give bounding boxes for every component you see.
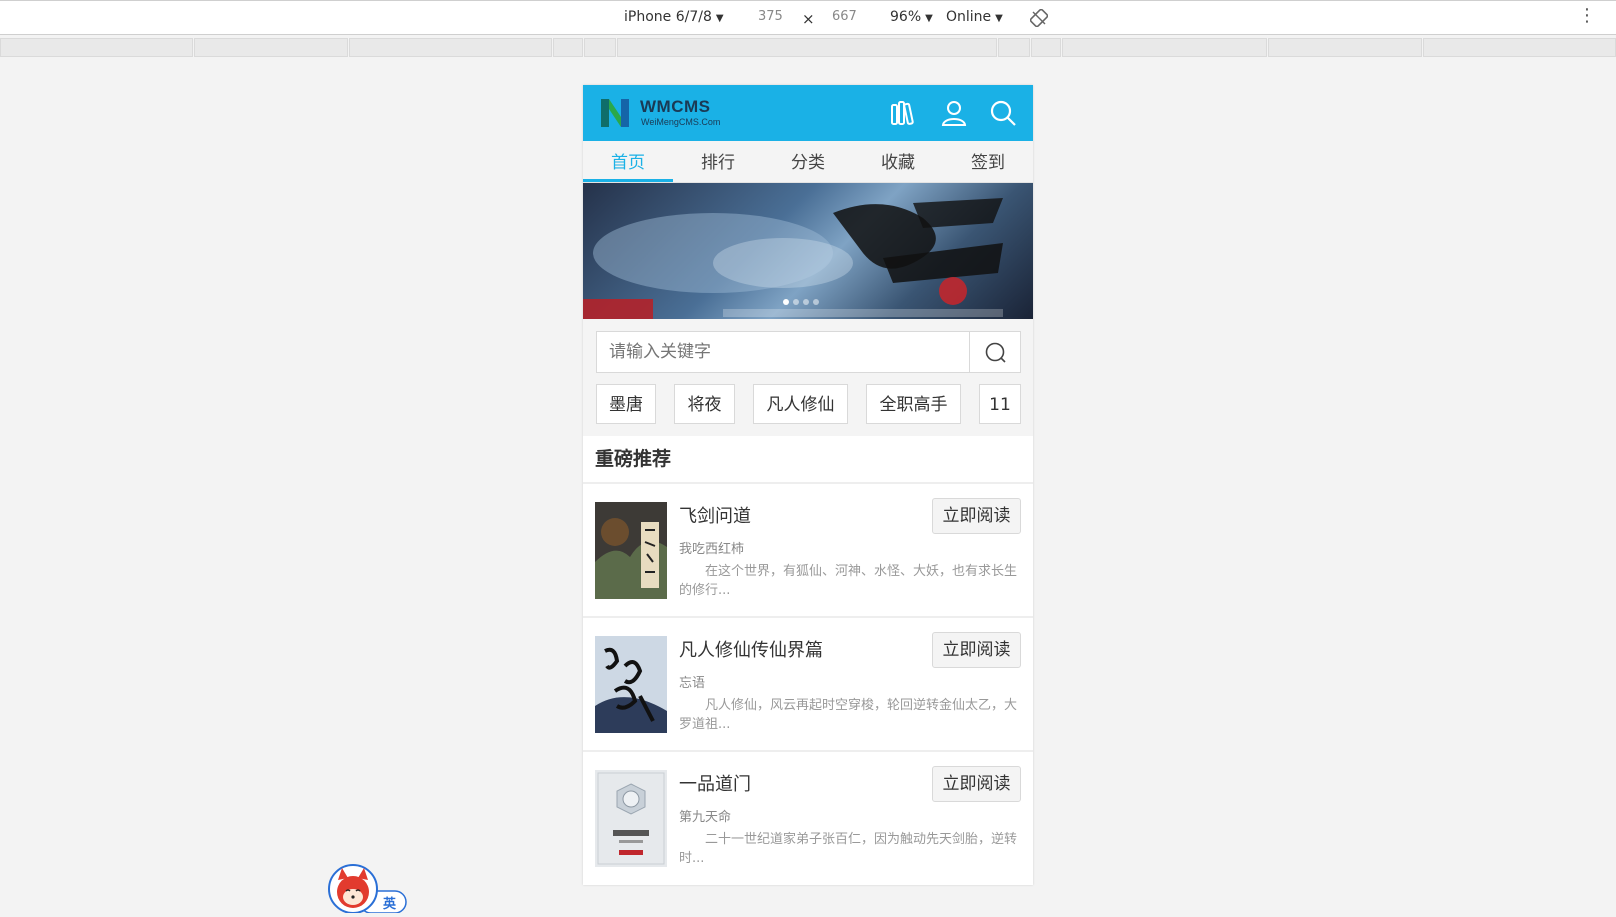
- keyword-tag[interactable]: 凡人修仙: [753, 384, 848, 424]
- search-icon: [985, 342, 1006, 363]
- logo-subtitle: WeiMengCMS.Com: [641, 117, 721, 127]
- book-cover[interactable]: [595, 770, 667, 867]
- hot-keywords: 墨唐 将夜 凡人修仙 全职高手 11: [596, 384, 1021, 424]
- ime-mode-label: 英: [383, 897, 397, 912]
- media-query-segment[interactable]: [617, 38, 997, 57]
- book-item[interactable]: 飞剑问道 我吃西红柿 在这个世界，有狐仙、河神、水怪、大妖，也有求长生的修行..…: [583, 484, 1033, 618]
- more-vert-icon[interactable]: ⋮: [1578, 7, 1596, 25]
- media-query-segment[interactable]: [1268, 38, 1422, 57]
- rotate-icon[interactable]: [1030, 9, 1048, 27]
- read-now-button[interactable]: 立即阅读: [932, 632, 1021, 668]
- tab-checkin[interactable]: 签到: [943, 141, 1033, 182]
- slider-dot[interactable]: [803, 299, 809, 305]
- logo-title: WMCMS: [640, 97, 711, 116]
- slider-dots: [783, 290, 823, 309]
- network-select[interactable]: Online ▼: [946, 9, 1003, 25]
- media-query-segment[interactable]: [998, 38, 1030, 57]
- book-title[interactable]: 一品道门: [679, 770, 751, 796]
- search-input[interactable]: [597, 332, 971, 372]
- banner-slider[interactable]: [583, 183, 1033, 319]
- tab-ranking[interactable]: 排行: [673, 141, 763, 182]
- keyword-tag[interactable]: 11: [979, 384, 1021, 424]
- slider-dot[interactable]: [793, 299, 799, 305]
- zoom-select[interactable]: 96% ▼: [890, 9, 933, 25]
- bookshelf-icon[interactable]: [889, 99, 917, 127]
- read-now-button[interactable]: 立即阅读: [932, 766, 1021, 802]
- media-query-segment[interactable]: [1423, 38, 1616, 57]
- tab-home[interactable]: 首页: [583, 141, 673, 182]
- site-logo[interactable]: WMCMS WeiMengCMS.Com: [599, 95, 739, 131]
- book-cover-image: [595, 770, 667, 867]
- ime-widget[interactable]: 英: [328, 864, 410, 914]
- device-toolbar: iPhone 6/7/8 ▼ 375 × 667 96% ▼ Online ▼ ⋮: [0, 0, 1616, 35]
- width-input[interactable]: 375: [758, 9, 783, 24]
- media-query-bar: [0, 38, 1616, 57]
- media-query-segment[interactable]: [349, 38, 552, 57]
- read-now-button[interactable]: 立即阅读: [932, 498, 1021, 534]
- height-input[interactable]: 667: [832, 9, 857, 24]
- dropdown-arrow-icon: ▼: [715, 13, 724, 24]
- device-name: iPhone 6/7/8: [624, 9, 712, 25]
- site-header: WMCMS WeiMengCMS.Com: [583, 85, 1033, 141]
- book-description: 在这个世界，有狐仙、河神、水怪、大妖，也有求长生的修行...: [679, 564, 1018, 598]
- recommend-section: 重磅推荐 飞剑问道 我吃西红柿 在这个世界，有狐仙、河神、水怪、大妖，也有求长生…: [583, 436, 1033, 885]
- book-title[interactable]: 飞剑问道: [679, 502, 751, 528]
- media-query-segment[interactable]: [1062, 38, 1267, 57]
- search-button[interactable]: [969, 332, 1020, 372]
- book-cover[interactable]: [595, 502, 667, 599]
- user-icon[interactable]: [940, 99, 968, 127]
- device-viewport: WMCMS WeiMengCMS.Com 首页 排行 分类 收藏 签到 请输入关…: [583, 85, 1033, 885]
- book-author: 我吃西红柿: [679, 542, 745, 557]
- tab-favorites[interactable]: 收藏: [853, 141, 943, 182]
- book-description: 凡人修仙，风云再起时空穿梭，轮回逆转金仙太乙，大罗道祖...: [679, 698, 1018, 732]
- keyword-tag[interactable]: 墨唐: [596, 384, 656, 424]
- book-item[interactable]: 一品道门 第九天命 二十一世纪道家弟子张百仁，因为触动先天剑胎，逆转时... 立…: [583, 752, 1033, 885]
- slider-dot[interactable]: [783, 299, 789, 305]
- logo-mark-icon: [601, 99, 629, 127]
- ime-mascot-icon: [328, 864, 407, 914]
- book-item[interactable]: 凡人修仙传仙界篇 忘语 凡人修仙，风云再起时空穿梭，轮回逆转金仙太乙，大罗道祖.…: [583, 618, 1033, 752]
- dropdown-arrow-icon: ▼: [995, 13, 1003, 24]
- tab-category[interactable]: 分类: [763, 141, 853, 182]
- keyword-tag[interactable]: 将夜: [674, 384, 735, 424]
- book-cover-image: [595, 502, 667, 599]
- media-query-segment[interactable]: [553, 38, 583, 57]
- media-query-segment[interactable]: [1031, 38, 1061, 57]
- media-query-segment[interactable]: [0, 38, 193, 57]
- zoom-value: 96%: [890, 9, 922, 25]
- dimension-separator: ×: [802, 10, 815, 28]
- book-description: 二十一世纪道家弟子张百仁，因为触动先天剑胎，逆转时...: [679, 832, 1018, 866]
- book-author: 忘语: [679, 676, 706, 691]
- main-nav: 首页 排行 分类 收藏 签到: [583, 141, 1033, 183]
- dropdown-arrow-icon: ▼: [925, 13, 933, 24]
- network-value: Online: [946, 9, 992, 25]
- media-query-segment[interactable]: [584, 38, 616, 57]
- slider-dot[interactable]: [813, 299, 819, 305]
- device-select[interactable]: iPhone 6/7/8 ▼: [624, 9, 724, 25]
- keyword-tag[interactable]: 全职高手: [866, 384, 961, 424]
- book-cover-image: [595, 636, 667, 733]
- book-title[interactable]: 凡人修仙传仙界篇: [679, 636, 823, 662]
- book-cover[interactable]: [595, 636, 667, 733]
- book-author: 第九天命: [679, 810, 732, 825]
- media-query-segment[interactable]: [194, 38, 348, 57]
- search-icon[interactable]: [989, 99, 1017, 127]
- section-title: 重磅推荐: [595, 448, 672, 470]
- search-box: [596, 331, 1021, 373]
